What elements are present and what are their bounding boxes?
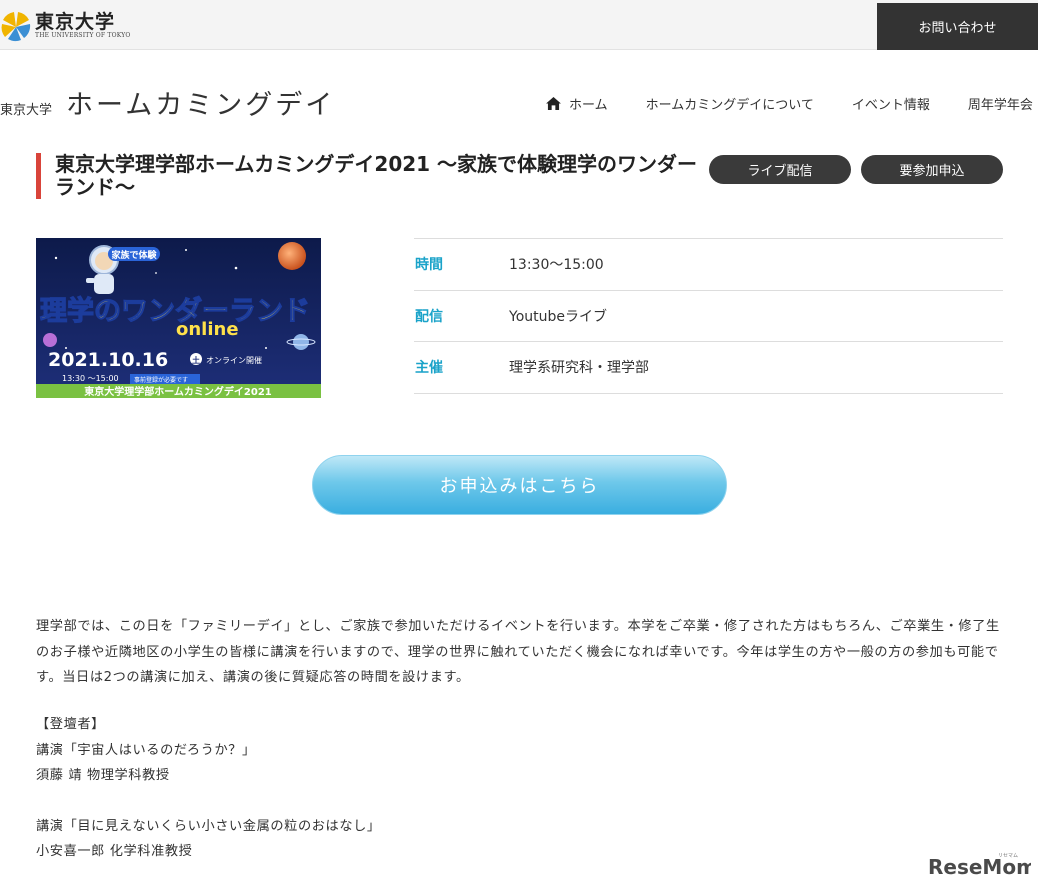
info-value: Youtubeライブ	[509, 308, 607, 325]
nav-item-events[interactable]: イベント情報	[852, 94, 930, 113]
info-value: 13:30〜15:00	[509, 257, 604, 274]
speakers-heading: 【登壇者】	[36, 717, 105, 732]
tag-live-stream: ライブ配信	[709, 155, 851, 184]
info-label: 時間	[415, 257, 443, 274]
home-icon	[546, 97, 561, 110]
event-title-block: 東京大学理学部ホームカミングデイ2021 〜家族で体験理学のワンダーランド〜	[36, 153, 706, 199]
banner-weekday: 土	[192, 355, 200, 365]
lecture-title: 講演「目に見えないくらい小さい金属の粒のおはなし」	[36, 818, 381, 834]
planet-icon	[278, 242, 306, 270]
nav-item-about[interactable]: ホームカミングデイについて	[646, 94, 814, 113]
event-info-table: 時間 13:30〜15:00 配信 Youtubeライブ 主催 理学系研究科・理…	[414, 238, 1003, 394]
brand-title: ホームカミングデイ	[66, 90, 336, 121]
site-header: 東京大学 ホームカミングデイ ホーム ホームカミングデイについて イベント情報 …	[0, 50, 1038, 145]
page-title: 東京大学理学部ホームカミングデイ2021 〜家族で体験理学のワンダーランド〜	[55, 152, 698, 199]
banner-online: online	[176, 319, 239, 340]
logo-name-ja: 東京大学	[35, 11, 116, 33]
event-tags: ライブ配信 要参加申込	[709, 155, 1003, 184]
lecture-title: 講演「宇宙人はいるのだろうか？」	[36, 742, 256, 758]
banner-note: 事前登録が必要です	[134, 376, 188, 384]
event-description: 理学部では、この日を「ファミリーデイ」とし、ご家族で参加いただけるイベントを行い…	[36, 619, 1000, 685]
info-row-stream: 配信 Youtubeライブ	[414, 291, 1003, 342]
logo-name-en: THE UNIVERSITY OF TOKYO	[35, 32, 131, 39]
banner-mode: オンライン開催	[206, 355, 262, 365]
info-row-time: 時間 13:30〜15:00	[414, 239, 1003, 291]
brand-university: 東京大学	[0, 103, 53, 118]
info-label: 配信	[415, 308, 443, 325]
lecture-speaker: 須藤 靖 物理学科教授	[36, 768, 170, 783]
banner-footer: 東京大学理学部ホームカミングデイ2021	[84, 385, 272, 398]
main-nav: ホーム ホームカミングデイについて イベント情報 周年学年会	[546, 94, 1033, 113]
university-logo[interactable]: 東京大学 THE UNIVERSITY OF TOKYO	[0, 8, 131, 44]
info-value: 理学系研究科・理学部	[509, 360, 649, 377]
speakers-section: 【登壇者】 講演「宇宙人はいるのだろうか？」 須藤 靖 物理学科教授 講演「目に…	[36, 712, 381, 865]
event-banner-image: 家族で体験 理学のワンダーランド online 2021.10.16 土 オンラ…	[36, 238, 321, 398]
resemom-watermark: リセマム ReseMom	[928, 853, 1031, 878]
banner-headline: 理学のワンダーランド	[40, 295, 310, 327]
banner-time: 13:30 〜15:00	[62, 374, 119, 383]
top-bar: 東京大学 THE UNIVERSITY OF TOKYO お問い合わせ	[0, 0, 1038, 50]
nav-item-reunion[interactable]: 周年学年会	[968, 94, 1033, 113]
apply-button[interactable]: お申込みはこちら	[312, 455, 727, 515]
info-row-organizer: 主催 理学系研究科・理学部	[414, 342, 1003, 394]
tag-registration-required: 要参加申込	[861, 155, 1003, 184]
contact-button[interactable]: お問い合わせ	[877, 3, 1038, 50]
banner-date: 2021.10.16	[48, 349, 168, 371]
nav-item-home[interactable]: ホーム	[546, 94, 608, 113]
nav-label: ホーム	[569, 98, 608, 113]
watermark-text: ReseMom	[928, 855, 1031, 878]
info-label: 主催	[415, 360, 443, 377]
site-brand[interactable]: 東京大学 ホームカミングデイ	[0, 83, 335, 122]
banner-badge: 家族で体験	[111, 249, 157, 261]
lecture-speaker: 小安喜一郎 化学科准教授	[36, 844, 193, 859]
ginkgo-emblem-icon	[1, 12, 31, 42]
